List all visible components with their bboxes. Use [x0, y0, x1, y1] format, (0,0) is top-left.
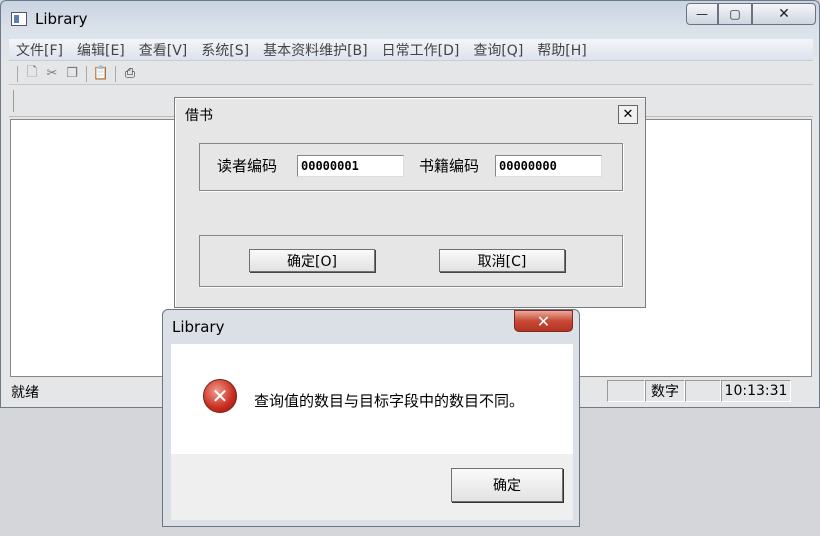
message-box-title: Library	[172, 318, 225, 336]
close-icon: ✕	[536, 311, 551, 331]
toolbar-grip	[17, 65, 18, 82]
paste-icon[interactable]: 📋	[93, 66, 109, 82]
reader-code-label: 读者编码	[217, 157, 278, 175]
button-group: 确定[O] 取消[C]	[199, 235, 623, 287]
dialog-close-button[interactable]: ✕	[618, 105, 638, 124]
book-code-label: 书籍编码	[419, 157, 480, 175]
status-numlock: 数字	[645, 380, 685, 402]
close-icon: ✕	[622, 107, 634, 122]
menu-file[interactable]: 文件[F]	[9, 40, 70, 60]
new-file-icon[interactable]: 🗋	[24, 65, 40, 82]
message-footer: 确定	[171, 454, 573, 520]
copy-icon[interactable]: ❐	[64, 66, 80, 82]
book-code-input[interactable]: 00000000	[495, 155, 602, 177]
toolbar-separator	[86, 65, 87, 82]
maximize-button[interactable]: ▢	[718, 3, 752, 25]
print-icon[interactable]: ⎙	[122, 66, 138, 82]
app-icon[interactable]	[11, 12, 27, 26]
menu-bar: 文件[F] 编辑[E] 查看[V] 系统[S] 基本资料维护[B] 日常工作[D…	[9, 39, 813, 61]
dialog-title: 借书	[185, 108, 213, 124]
status-text: 就绪	[11, 385, 39, 401]
menu-view[interactable]: 查看[V]	[132, 40, 195, 60]
status-time: 10:13:31	[721, 380, 791, 402]
message-box-close-button[interactable]: ✕	[514, 310, 573, 332]
ok-button[interactable]: 确定[O]	[249, 249, 375, 272]
message-ok-button[interactable]: 确定	[451, 468, 563, 502]
close-button[interactable]: ✕	[752, 3, 816, 25]
input-group: 读者编码 00000001 书籍编码 00000000	[199, 143, 623, 191]
error-icon: ✕	[203, 379, 237, 413]
minimize-button[interactable]: —	[686, 3, 718, 25]
menu-system[interactable]: 系统[S]	[194, 40, 256, 60]
reader-code-input[interactable]: 00000001	[297, 155, 404, 177]
toolbar-separator	[115, 65, 116, 82]
cancel-button[interactable]: 取消[C]	[439, 249, 565, 272]
toolbar: 🗋 ✂ ❐ 📋 ⎙	[9, 63, 813, 85]
borrow-dialog: 借书 ✕ 读者编码 00000001 书籍编码 00000000 确定[O] 取…	[174, 97, 646, 308]
menu-help[interactable]: 帮助[H]	[530, 40, 593, 60]
cut-icon[interactable]: ✂	[44, 66, 60, 82]
message-text: 查询值的数目与目标字段中的数目不同。	[254, 392, 525, 410]
menu-query[interactable]: 查询[Q]	[466, 40, 530, 60]
window-title: Library	[35, 10, 88, 28]
status-pane-empty	[607, 380, 645, 402]
error-message-box: Library ✕ 确定 ✕ 查询值的数目与目标字段中的数目不同。	[162, 309, 580, 527]
menu-daily-work[interactable]: 日常工作[D]	[375, 40, 467, 60]
status-pane-empty	[685, 380, 721, 402]
menu-edit[interactable]: 编辑[E]	[70, 40, 132, 60]
menu-basic-data[interactable]: 基本资料维护[B]	[256, 40, 375, 60]
